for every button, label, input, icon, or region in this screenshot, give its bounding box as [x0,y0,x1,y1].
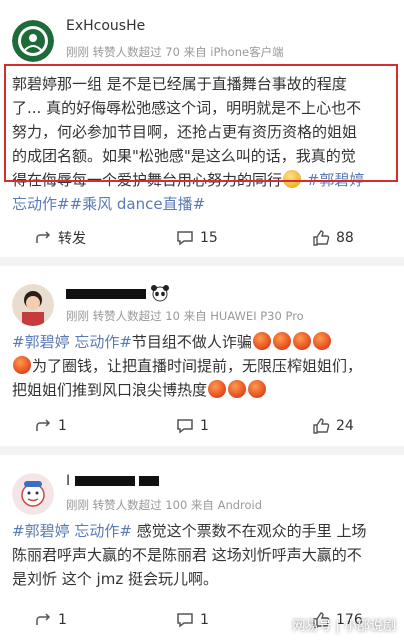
hashtag-link[interactable]: #郭碧婷 [302,171,365,189]
angry-emoji-icon [312,332,331,350]
comment-count: 1 [200,612,209,628]
post-line: 是刘忻 这个 jmz 挺会玩儿啊。 [12,570,218,588]
action-bar: 1 1 24 [0,412,404,440]
comment-icon [177,231,193,246]
forward-icon [36,613,51,625]
username-redacted[interactable] [66,286,146,302]
post-body: #郭碧婷 忘动作#节目组不做人诈骗 为了圈钱，让把直播时间提前，无限压榨姐姐们，… [12,330,396,402]
post-meta: 刚刚 转赞人数超过 100 来自 Android [66,498,263,512]
thumbs-up-icon [313,418,330,434]
username[interactable]: ExHcousHe [66,18,145,34]
comment-button[interactable]: 15 [176,224,218,252]
post-body: #郭碧婷 忘动作# 感觉这个票数不在观众的手里 上场 陈丽君呼声大赢的不是陈丽君… [12,519,396,591]
post-line: 了... 真的好侮辱松弛感这个词，明明就是不上心也不 [12,99,362,117]
post-line: 郭碧婷那一组 是不是已经属于直播舞台事故的程度 [12,75,347,93]
hashtag-link[interactable]: 忘动作##乘风 dance直播# [12,192,396,216]
panda-icon [151,285,169,302]
angry-emoji-icon [228,380,247,398]
post-card-1[interactable]: ExHcousHe 刚刚 转赞人数超过 70 来自 iPhone客户端 郭碧婷那… [0,0,404,257]
angry-emoji-icon [248,380,267,398]
thumbs-up-icon [313,230,330,246]
hashtag-link[interactable]: #郭碧婷 忘动作# [12,522,132,540]
post-meta: 刚刚 转赞人数超过 10 来自 HUAWEI P30 Pro [66,309,304,323]
forward-count: 1 [58,418,67,434]
user-avatar[interactable] [12,284,54,326]
post-card-2[interactable]: 刚刚 转赞人数超过 10 来自 HUAWEI P30 Pro #郭碧婷 忘动作#… [0,266,404,446]
user-avatar[interactable] [12,20,54,62]
like-button[interactable]: 88 [312,224,354,252]
post-meta: 刚刚 转赞人数超过 70 来自 iPhone客户端 [66,45,284,59]
hashtag-link[interactable]: #郭碧婷 忘动作# [12,333,132,351]
post-line: 的成团名额。如果"松弛感"是这么叫的话，我真的觉 [12,147,356,165]
like-count: 24 [336,418,354,434]
post-line: 努力，何必参加节目啊，还抢占更有资历资格的姐姐 [12,123,358,141]
watermark: 网易号 | 小邵说剧 [292,619,396,634]
forward-label: 转发 [58,231,86,247]
post-line: 感觉这个票数不在观众的手里 上场 [131,522,367,540]
username[interactable]: I [66,473,160,489]
angry-emoji-icon [208,380,227,398]
post-body: 郭碧婷那一组 是不是已经属于直播舞台事故的程度 了... 真的好侮辱松弛感这个词… [12,72,396,216]
like-count: 88 [336,230,354,246]
user-avatar[interactable] [12,473,54,515]
post-line: 陈丽君呼声大赢的不是陈丽君 这场刘忻呼声大赢的不 [12,546,362,564]
comment-count: 15 [200,230,218,246]
forward-button[interactable]: 1 [34,606,67,634]
smile-emoji-icon [283,170,302,188]
post-card-3[interactable]: I 刚刚 转赞人数超过 100 来自 Android #郭碧婷 忘动作# 感觉这… [0,455,404,640]
forward-button[interactable]: 转发 [34,224,86,252]
post-line: 得在侮辱每一个爱护舞台用心努力的同行 [12,171,283,189]
post-line: 节目组不做人诈骗 [131,333,252,351]
post-line: 把姐姐们推到风口浪尖博热度 [12,381,208,399]
forward-icon [36,231,51,243]
comment-icon [177,613,193,628]
comment-button[interactable]: 1 [176,606,209,634]
comment-icon [177,419,193,434]
forward-button[interactable]: 1 [34,412,67,440]
comment-count: 1 [200,418,209,434]
angry-emoji-icon [13,356,31,374]
angry-emoji-icon [272,332,291,350]
comment-button[interactable]: 1 [176,412,209,440]
angry-emoji-icon [292,332,311,350]
post-line: 为了圈钱，让把直播时间提前，无限压榨姐姐们， [32,357,363,375]
like-button[interactable]: 24 [312,412,354,440]
forward-icon [36,419,51,431]
forward-count: 1 [58,612,67,628]
angry-emoji-icon [252,332,271,350]
action-bar: 转发 15 88 [0,224,404,252]
